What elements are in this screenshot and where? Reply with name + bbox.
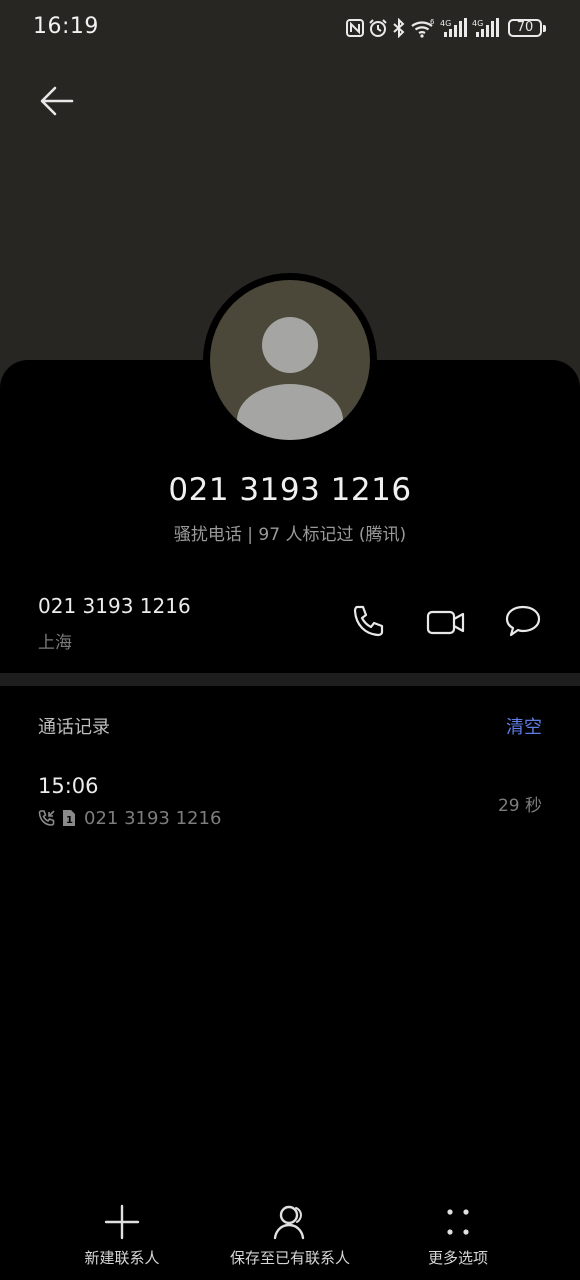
more-dots-icon <box>447 1209 469 1235</box>
back-button[interactable] <box>36 80 80 124</box>
person-silhouette-icon <box>237 317 343 440</box>
spam-tag-line: 骚扰电话 | 97 人标记过 (腾讯) <box>173 525 407 545</box>
wifi-icon: 6 <box>411 18 435 38</box>
phone-number-row[interactable]: 021 3193 1216 上海 <box>0 578 580 674</box>
more-options-label: 更多选项 <box>427 1249 488 1267</box>
save-to-existing-label: 保存至已有联系人 <box>229 1249 350 1267</box>
video-call-icon <box>426 610 465 635</box>
signal-4g-sim2-icon: 4G <box>472 18 499 37</box>
phone-icon <box>353 605 384 637</box>
call-log-entry[interactable]: 15:06 1 021 3193 1216 29 秒 <box>0 760 580 840</box>
alarm-icon <box>369 19 387 37</box>
call-duration: 29 秒 <box>497 796 542 816</box>
message-button[interactable] <box>503 602 543 642</box>
battery-indicator: 70 <box>508 19 546 37</box>
contact-detail-screen: 16:19 6 4G 4G 70 021 3193 1216 骚扰电话 | 97… <box>0 0 580 1280</box>
battery-level: 70 <box>508 19 542 37</box>
plus-icon <box>104 1204 140 1240</box>
phone-location: 上海 <box>38 633 72 653</box>
sim-1-icon: 1 <box>63 810 75 826</box>
contact-number-title: 021 3193 1216 <box>168 472 412 508</box>
new-contact-label: 新建联系人 <box>84 1249 160 1267</box>
call-log-title: 通话记录 <box>38 717 110 738</box>
bottom-action-bar: 新建联系人 保存至已有联系人 更多选项 <box>0 1196 580 1280</box>
svg-text:4G: 4G <box>472 19 483 28</box>
avatar <box>210 280 370 440</box>
svg-text:1: 1 <box>66 815 73 826</box>
video-call-button[interactable] <box>426 602 466 642</box>
call-button[interactable] <box>348 602 388 642</box>
call-detail: 1 021 3193 1216 <box>38 807 222 829</box>
status-icons: 6 4G 4G 70 <box>346 16 546 40</box>
save-to-existing-button[interactable]: 保存至已有联系人 <box>210 1196 370 1272</box>
svg-text:6: 6 <box>430 18 435 26</box>
battery-tip <box>543 24 546 32</box>
new-contact-button[interactable]: 新建联系人 <box>42 1196 202 1272</box>
section-divider <box>0 673 580 686</box>
status-time: 16:19 <box>33 14 99 39</box>
call-time: 15:06 <box>38 774 99 798</box>
person-icon <box>273 1205 305 1240</box>
clear-call-log-button[interactable]: 清空 <box>506 713 542 739</box>
more-options-button[interactable]: 更多选项 <box>378 1196 538 1272</box>
status-bar: 16:19 6 4G 4G 70 <box>0 0 580 56</box>
signal-4g-sim1-icon: 4G <box>440 18 467 37</box>
message-icon <box>505 605 541 637</box>
phone-number: 021 3193 1216 <box>38 594 191 618</box>
call-number: 021 3193 1216 <box>84 807 222 829</box>
incoming-call-icon <box>38 810 55 826</box>
arrow-left-icon <box>40 86 74 116</box>
bluetooth-icon <box>393 18 405 38</box>
svg-text:4G: 4G <box>440 19 451 28</box>
nfc-icon <box>346 19 364 37</box>
